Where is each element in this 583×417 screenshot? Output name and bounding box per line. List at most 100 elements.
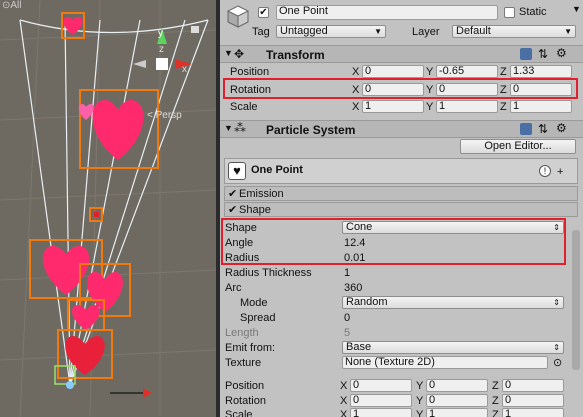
help-book-icon[interactable] <box>520 123 532 135</box>
texture-field[interactable]: None (Texture 2D) <box>342 356 548 369</box>
warning-icon[interactable]: ! <box>539 165 551 177</box>
transform-icon: ✥ <box>234 47 245 61</box>
scene-search[interactable]: ⊙All <box>2 0 62 12</box>
arc-label: Arc <box>225 282 242 294</box>
layer-label: Layer <box>412 26 440 38</box>
mode-value: Random <box>346 296 388 308</box>
emit-from-dropdown[interactable]: Base ⇕ <box>342 341 564 354</box>
tag-label: Tag <box>252 26 270 38</box>
static-dropdown-arrow[interactable]: ▼ <box>572 4 581 14</box>
pos-x-label: X <box>352 66 360 78</box>
svg-text:x: x <box>182 64 187 75</box>
emit-from-value: Base <box>346 341 372 353</box>
active-checkbox[interactable]: ✔ <box>258 7 269 18</box>
object-picker-icon[interactable]: ⊙ <box>553 356 562 369</box>
particle-system-icon: ⁂ <box>234 121 246 135</box>
heart-icon: ♥ <box>228 162 246 180</box>
shape-rot-z-label: Z <box>492 395 499 407</box>
inspector-scrollbar[interactable] <box>572 230 580 370</box>
chevron-down-icon: ▼ <box>374 27 382 36</box>
shape-rotation-label: Rotation <box>225 395 266 407</box>
foldout-arrow-icon[interactable]: ▼ <box>224 123 233 133</box>
emission-check-icon[interactable]: ✔ <box>228 187 237 200</box>
shape-check-icon[interactable]: ✔ <box>228 203 237 216</box>
shape-highlight <box>221 218 566 265</box>
scene-canvas[interactable]: y z x <box>0 0 216 417</box>
emit-from-label: Emit from: <box>225 342 276 354</box>
pos-z-label: Z <box>500 66 507 78</box>
gameobject-icon <box>226 4 250 28</box>
pos-y-label: Y <box>426 66 434 78</box>
shape-pos-y-field[interactable]: 0 <box>426 379 488 392</box>
static-label: Static <box>519 6 547 18</box>
foldout-arrow-icon[interactable]: ▼ <box>224 48 233 58</box>
pos-z-field[interactable]: 1.33 <box>510 65 572 78</box>
scale-label: Scale <box>230 101 258 113</box>
shape-rot-y-field[interactable]: 0 <box>426 394 488 407</box>
svg-text:z: z <box>159 44 164 55</box>
help-book-icon[interactable] <box>520 48 532 60</box>
persp-label[interactable]: < Persp <box>147 110 182 121</box>
pos-y-field[interactable]: -0.65 <box>436 65 498 78</box>
position-label: Position <box>230 66 270 78</box>
shape-pos-y-label: Y <box>416 380 424 392</box>
spread-label: Spread <box>240 312 276 324</box>
inspector-panel: ✔ One Point Static ▼ Tag Untagged ▼ Layer… <box>220 0 583 417</box>
transform-title: Transform <box>266 48 325 62</box>
shape-scale-y-label: Y <box>416 409 424 417</box>
add-icon[interactable]: + <box>557 166 563 178</box>
shape-rot-z-field[interactable]: 0 <box>502 394 564 407</box>
transform-header[interactable]: ▼ ✥ Transform ⇅ ⚙ <box>220 45 583 63</box>
shape-scale-z-field[interactable]: 1 <box>502 408 564 417</box>
scale-z-label: Z <box>500 101 507 113</box>
preset-icon[interactable]: ⇅ <box>538 47 548 61</box>
emission-module[interactable]: ✔ Emission <box>224 186 578 201</box>
object-name-field[interactable]: One Point <box>276 5 498 20</box>
pos-x-field[interactable]: 0 <box>362 65 424 78</box>
shape-pos-x-label: X <box>340 380 348 392</box>
mode-dropdown[interactable]: Random ⇕ <box>342 296 564 309</box>
particle-system-title: Particle System <box>266 123 356 137</box>
shape-pos-z-label: Z <box>492 380 499 392</box>
shape-rot-x-field[interactable]: 0 <box>350 394 412 407</box>
length-value: 5 <box>344 327 351 339</box>
shape-pos-z-field[interactable]: 0 <box>502 379 564 392</box>
shape-scale-x-field[interactable]: 1 <box>350 408 412 417</box>
shape-scale-x-label: X <box>340 409 348 417</box>
layer-dropdown[interactable]: Default ▼ <box>452 25 576 38</box>
scale-y-field[interactable]: 1 <box>436 100 498 113</box>
length-label: Length <box>225 327 259 339</box>
persp-text: Persp <box>155 110 182 121</box>
scene-search-text: All <box>10 0 22 11</box>
chevron-updown-icon: ⇕ <box>553 343 560 352</box>
scale-x-label: X <box>352 101 360 113</box>
texture-label: Texture <box>225 357 262 369</box>
scale-y-label: Y <box>426 101 434 113</box>
scale-x-field[interactable]: 1 <box>362 100 424 113</box>
open-editor-button[interactable]: Open Editor... <box>460 139 576 154</box>
orientation-gizmo[interactable]: y z x <box>133 28 192 75</box>
chevron-down-icon: ▼ <box>564 27 572 36</box>
mode-label: Mode <box>240 297 268 309</box>
particle-system-header[interactable]: ▼ ⁂ Particle System ⇅ ⚙ <box>220 120 583 138</box>
scale-z-field[interactable]: 1 <box>510 100 572 113</box>
radius-thickness-value[interactable]: 1 <box>344 267 350 279</box>
shape-rot-x-label: X <box>340 395 348 407</box>
shape-module[interactable]: ✔ Shape <box>224 202 578 217</box>
shape-scale-label: Scale <box>225 409 253 417</box>
shape-position-label: Position <box>225 380 265 392</box>
shape-scale-z-label: Z <box>492 409 499 417</box>
static-checkbox[interactable] <box>504 7 515 18</box>
layer-value: Default <box>456 25 491 37</box>
radius-thickness-label: Radius Thickness <box>225 267 312 279</box>
settings-gear-icon[interactable]: ⚙ <box>556 121 567 135</box>
scene-view[interactable]: y z x ⊙All < Persp <box>0 0 216 417</box>
settings-gear-icon[interactable]: ⚙ <box>556 46 567 60</box>
spread-value[interactable]: 0 <box>344 312 350 324</box>
system-name-row[interactable]: ♥ One Point ! + <box>224 158 578 184</box>
shape-scale-y-field[interactable]: 1 <box>426 408 488 417</box>
preset-icon[interactable]: ⇅ <box>538 122 548 136</box>
tag-dropdown[interactable]: Untagged ▼ <box>276 25 386 38</box>
shape-pos-x-field[interactable]: 0 <box>350 379 412 392</box>
arc-value[interactable]: 360 <box>344 282 362 294</box>
